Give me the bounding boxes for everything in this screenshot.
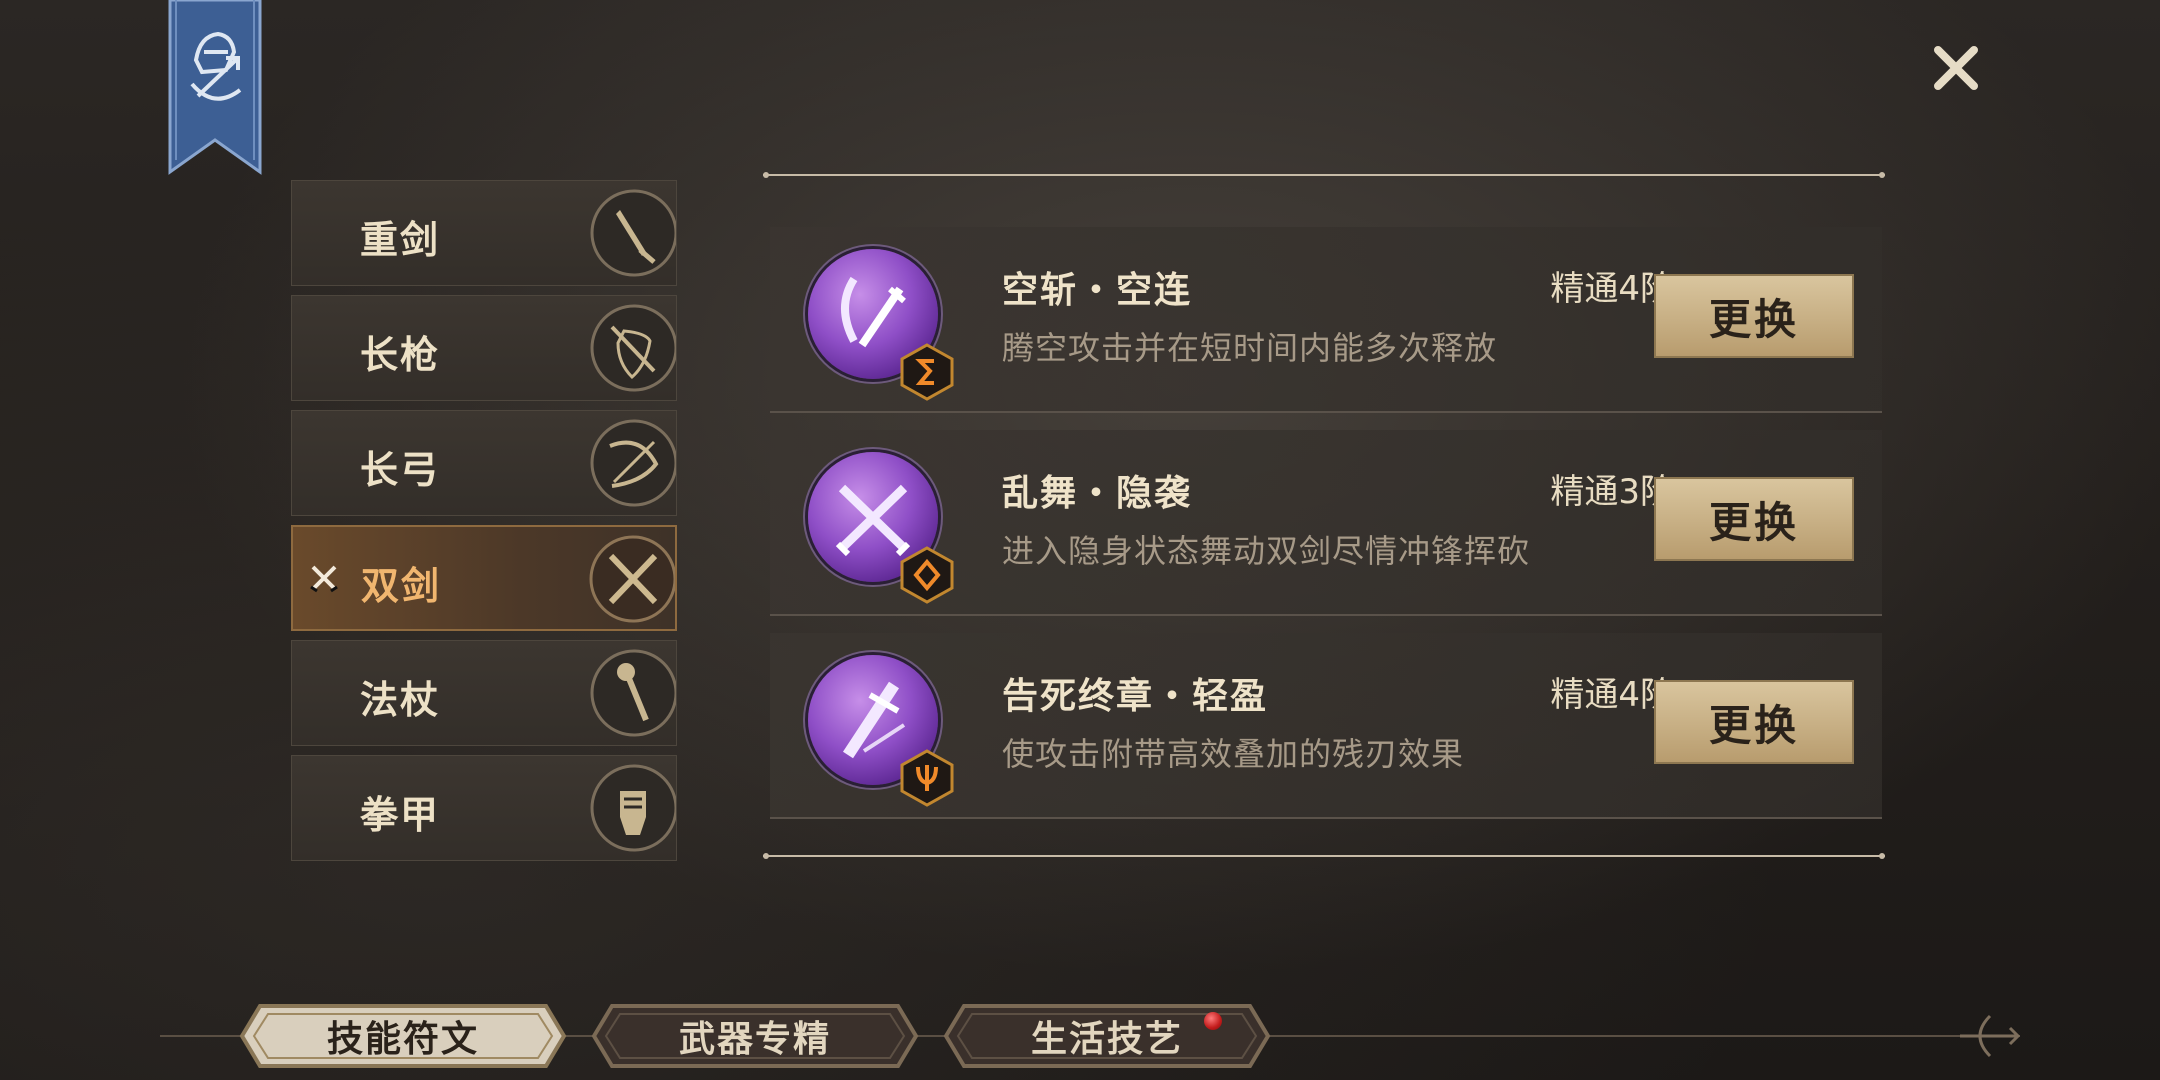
close-icon bbox=[1934, 46, 1978, 90]
panel-divider-bottom bbox=[763, 853, 1885, 859]
swap-rune-button[interactable]: 更换 bbox=[1654, 680, 1854, 764]
rune-mastery-level: 精通4阶 bbox=[1550, 269, 1674, 309]
swap-button-label: 更换 bbox=[1708, 497, 1799, 547]
tab-weapon-mastery[interactable]: 武器专精 bbox=[590, 1002, 920, 1070]
tab-skill-runes[interactable]: 技能符文 bbox=[238, 1002, 568, 1070]
swap-button-label: 更换 bbox=[1708, 700, 1799, 750]
weapon-item-greatsword[interactable]: 重剑 bbox=[291, 180, 677, 286]
dual-swords-icon bbox=[589, 535, 675, 623]
longbow-icon bbox=[590, 419, 676, 507]
notification-dot bbox=[1204, 1012, 1222, 1030]
rune-row: 告死终章・轻盈 精通4阶 使攻击附带高效叠加的残刃效果 更换 bbox=[770, 633, 1882, 819]
rune-row: 乱舞・隐袭 精通3阶 进入隐身状态舞动双剑尽情冲锋挥砍 更换 bbox=[770, 430, 1882, 616]
greatsword-icon bbox=[590, 189, 676, 277]
rune-description: 腾空攻击并在短时间内能多次释放 bbox=[1002, 329, 1498, 367]
rune-mastery-level: 精通3阶 bbox=[1550, 472, 1674, 512]
spear-shield-icon bbox=[590, 304, 676, 392]
skill-rune-list: 空斩・空连 精通4阶 腾空攻击并在短时间内能多次释放 更换 乱舞・隐袭 精通3阶… bbox=[770, 227, 1882, 836]
rune-badge-trident-icon bbox=[900, 749, 954, 807]
rune-description: 使攻击附带高效叠加的残刃效果 bbox=[1002, 735, 1465, 773]
weapon-item-gauntlet[interactable]: 拳甲 bbox=[291, 755, 677, 861]
rune-description: 进入隐身状态舞动双剑尽情冲锋挥砍 bbox=[1002, 532, 1531, 570]
weapon-label: 法杖 bbox=[360, 678, 441, 722]
rune-name: 乱舞・隐袭 bbox=[1002, 473, 1193, 514]
rune-mastery-level: 精通4阶 bbox=[1550, 675, 1674, 715]
guild-banner bbox=[166, 0, 264, 175]
weapon-item-spear[interactable]: 长枪 bbox=[291, 295, 677, 401]
weapon-label: 重剑 bbox=[360, 218, 441, 262]
rune-row: 空斩・空连 精通4阶 腾空攻击并在短时间内能多次释放 更换 bbox=[770, 227, 1882, 413]
tab-life-skills[interactable]: 生活技艺 bbox=[942, 1002, 1272, 1070]
weapon-item-dual-swords[interactable]: 双剑 bbox=[291, 525, 677, 631]
weapon-label: 拳甲 bbox=[360, 793, 441, 837]
gauntlet-icon bbox=[590, 764, 676, 852]
rune-name: 空斩・空连 bbox=[1002, 270, 1193, 311]
tab-label: 生活技艺 bbox=[1030, 1019, 1183, 1060]
staff-icon bbox=[590, 649, 676, 737]
weapon-label: 长弓 bbox=[360, 448, 441, 492]
tab-label: 技能符文 bbox=[326, 1019, 479, 1060]
swap-button-label: 更换 bbox=[1708, 294, 1799, 344]
rune-badge-diamond-icon bbox=[900, 546, 954, 604]
weapon-label: 长枪 bbox=[360, 333, 441, 377]
swap-rune-button[interactable]: 更换 bbox=[1654, 274, 1854, 358]
weapon-label: 双剑 bbox=[361, 564, 442, 608]
close-button[interactable] bbox=[1930, 42, 1982, 94]
weapon-item-longbow[interactable]: 长弓 bbox=[291, 410, 677, 516]
panel-divider-top bbox=[763, 172, 1885, 178]
bow-ornament-icon bbox=[1960, 1014, 2021, 1058]
tab-label: 武器专精 bbox=[678, 1019, 831, 1060]
weapon-category-list: 重剑 长枪 长弓 双剑 法杖 拳甲 bbox=[291, 180, 677, 870]
swap-rune-button[interactable]: 更换 bbox=[1654, 477, 1854, 561]
weapon-item-staff[interactable]: 法杖 bbox=[291, 640, 677, 746]
rune-name: 告死终章・轻盈 bbox=[1002, 676, 1269, 717]
rune-badge-s-icon bbox=[900, 343, 954, 401]
selected-crossed-swords-icon bbox=[310, 565, 338, 593]
